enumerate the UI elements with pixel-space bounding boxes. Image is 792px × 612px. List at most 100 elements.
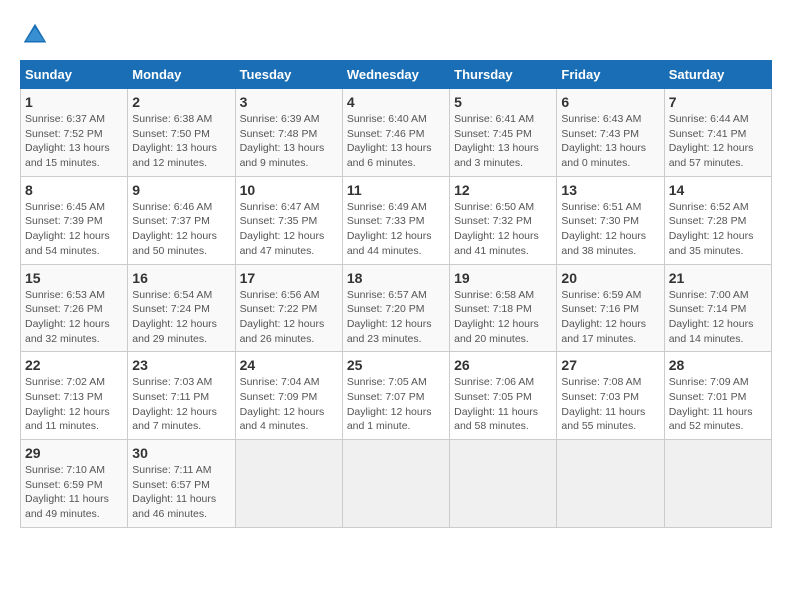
day-info: Sunrise: 6:51 AMSunset: 7:30 PMDaylight:… (561, 200, 659, 259)
day-number: 25 (347, 357, 445, 373)
day-info: Sunrise: 6:53 AMSunset: 7:26 PMDaylight:… (25, 288, 123, 347)
day-number: 24 (240, 357, 338, 373)
calendar-day-cell: 4 Sunrise: 6:40 AMSunset: 7:46 PMDaylight… (342, 89, 449, 177)
calendar-week-row: 15 Sunrise: 6:53 AMSunset: 7:26 PMDayligh… (21, 264, 772, 352)
day-number: 1 (25, 94, 123, 110)
day-number: 28 (669, 357, 767, 373)
calendar-week-row: 29 Sunrise: 7:10 AMSunset: 6:59 PMDayligh… (21, 440, 772, 528)
day-info: Sunrise: 6:46 AMSunset: 7:37 PMDaylight:… (132, 200, 230, 259)
calendar-day-cell: 2 Sunrise: 6:38 AMSunset: 7:50 PMDaylight… (128, 89, 235, 177)
calendar-week-row: 8 Sunrise: 6:45 AMSunset: 7:39 PMDaylight… (21, 176, 772, 264)
day-number: 22 (25, 357, 123, 373)
day-number: 16 (132, 270, 230, 286)
calendar-day-cell: 26 Sunrise: 7:06 AMSunset: 7:05 PMDayligh… (450, 352, 557, 440)
day-number: 3 (240, 94, 338, 110)
calendar-day-cell (235, 440, 342, 528)
logo (20, 20, 54, 50)
day-info: Sunrise: 7:09 AMSunset: 7:01 PMDaylight:… (669, 375, 767, 434)
day-number: 21 (669, 270, 767, 286)
day-info: Sunrise: 6:54 AMSunset: 7:24 PMDaylight:… (132, 288, 230, 347)
page-header (20, 20, 772, 50)
day-info: Sunrise: 6:56 AMSunset: 7:22 PMDaylight:… (240, 288, 338, 347)
calendar-table: SundayMondayTuesdayWednesdayThursdayFrid… (20, 60, 772, 528)
day-number: 2 (132, 94, 230, 110)
day-number: 9 (132, 182, 230, 198)
calendar-day-cell: 12 Sunrise: 6:50 AMSunset: 7:32 PMDayligh… (450, 176, 557, 264)
day-info: Sunrise: 7:11 AMSunset: 6:57 PMDaylight:… (132, 463, 230, 522)
day-info: Sunrise: 6:52 AMSunset: 7:28 PMDaylight:… (669, 200, 767, 259)
calendar-day-cell (557, 440, 664, 528)
day-info: Sunrise: 6:45 AMSunset: 7:39 PMDaylight:… (25, 200, 123, 259)
calendar-day-cell: 7Sunrise: 6:44 AMSunset: 7:41 PMDaylight… (664, 89, 771, 177)
calendar-day-cell: 10Sunrise: 6:47 AMSunset: 7:35 PMDayligh… (235, 176, 342, 264)
calendar-day-cell: 8 Sunrise: 6:45 AMSunset: 7:39 PMDaylight… (21, 176, 128, 264)
day-number: 29 (25, 445, 123, 461)
header-friday: Friday (557, 61, 664, 89)
day-number: 4 (347, 94, 445, 110)
day-number: 5 (454, 94, 552, 110)
day-number: 11 (347, 182, 445, 198)
day-info: Sunrise: 6:40 AMSunset: 7:46 PMDaylight:… (347, 112, 445, 171)
day-info: Sunrise: 6:57 AMSunset: 7:20 PMDaylight:… (347, 288, 445, 347)
calendar-week-row: 22 Sunrise: 7:02 AMSunset: 7:13 PMDayligh… (21, 352, 772, 440)
day-info: Sunrise: 6:47 AMSunset: 7:35 PMDaylight:… (240, 200, 338, 259)
calendar-day-cell (342, 440, 449, 528)
calendar-day-cell: 18 Sunrise: 6:57 AMSunset: 7:20 PMDayligh… (342, 264, 449, 352)
calendar-day-cell: 13 Sunrise: 6:51 AMSunset: 7:30 PMDayligh… (557, 176, 664, 264)
day-number: 23 (132, 357, 230, 373)
day-info: Sunrise: 6:49 AMSunset: 7:33 PMDaylight:… (347, 200, 445, 259)
header-tuesday: Tuesday (235, 61, 342, 89)
day-info: Sunrise: 6:43 AMSunset: 7:43 PMDaylight:… (561, 112, 659, 171)
day-info: Sunrise: 6:50 AMSunset: 7:32 PMDaylight:… (454, 200, 552, 259)
logo-icon (20, 20, 50, 50)
day-info: Sunrise: 6:37 AMSunset: 7:52 PMDaylight:… (25, 112, 123, 171)
calendar-day-cell: 6 Sunrise: 6:43 AMSunset: 7:43 PMDaylight… (557, 89, 664, 177)
header-wednesday: Wednesday (342, 61, 449, 89)
day-info: Sunrise: 7:04 AMSunset: 7:09 PMDaylight:… (240, 375, 338, 434)
day-number: 8 (25, 182, 123, 198)
calendar-day-cell: 1 Sunrise: 6:37 AMSunset: 7:52 PMDaylight… (21, 89, 128, 177)
day-number: 6 (561, 94, 659, 110)
day-info: Sunrise: 7:08 AMSunset: 7:03 PMDaylight:… (561, 375, 659, 434)
calendar-header-row: SundayMondayTuesdayWednesdayThursdayFrid… (21, 61, 772, 89)
calendar-week-row: 1 Sunrise: 6:37 AMSunset: 7:52 PMDaylight… (21, 89, 772, 177)
day-info: Sunrise: 7:05 AMSunset: 7:07 PMDaylight:… (347, 375, 445, 434)
day-info: Sunrise: 6:41 AMSunset: 7:45 PMDaylight:… (454, 112, 552, 171)
calendar-day-cell: 21Sunrise: 7:00 AMSunset: 7:14 PMDayligh… (664, 264, 771, 352)
calendar-day-cell: 20 Sunrise: 6:59 AMSunset: 7:16 PMDayligh… (557, 264, 664, 352)
day-info: Sunrise: 7:06 AMSunset: 7:05 PMDaylight:… (454, 375, 552, 434)
day-info: Sunrise: 6:38 AMSunset: 7:50 PMDaylight:… (132, 112, 230, 171)
day-info: Sunrise: 6:44 AMSunset: 7:41 PMDaylight:… (669, 112, 767, 171)
day-number: 14 (669, 182, 767, 198)
day-number: 18 (347, 270, 445, 286)
day-number: 19 (454, 270, 552, 286)
day-number: 20 (561, 270, 659, 286)
day-info: Sunrise: 6:58 AMSunset: 7:18 PMDaylight:… (454, 288, 552, 347)
day-number: 15 (25, 270, 123, 286)
calendar-day-cell: 3Sunrise: 6:39 AMSunset: 7:48 PMDaylight… (235, 89, 342, 177)
day-info: Sunrise: 7:10 AMSunset: 6:59 PMDaylight:… (25, 463, 123, 522)
day-number: 13 (561, 182, 659, 198)
calendar-day-cell: 30Sunrise: 7:11 AMSunset: 6:57 PMDayligh… (128, 440, 235, 528)
calendar-day-cell: 15 Sunrise: 6:53 AMSunset: 7:26 PMDayligh… (21, 264, 128, 352)
day-info: Sunrise: 6:59 AMSunset: 7:16 PMDaylight:… (561, 288, 659, 347)
day-info: Sunrise: 7:03 AMSunset: 7:11 PMDaylight:… (132, 375, 230, 434)
calendar-day-cell (664, 440, 771, 528)
calendar-day-cell: 22 Sunrise: 7:02 AMSunset: 7:13 PMDayligh… (21, 352, 128, 440)
calendar-day-cell: 14 Sunrise: 6:52 AMSunset: 7:28 PMDayligh… (664, 176, 771, 264)
day-number: 26 (454, 357, 552, 373)
day-info: Sunrise: 7:02 AMSunset: 7:13 PMDaylight:… (25, 375, 123, 434)
calendar-day-cell (450, 440, 557, 528)
header-saturday: Saturday (664, 61, 771, 89)
calendar-day-cell: 9 Sunrise: 6:46 AMSunset: 7:37 PMDaylight… (128, 176, 235, 264)
header-sunday: Sunday (21, 61, 128, 89)
calendar-day-cell: 25 Sunrise: 7:05 AMSunset: 7:07 PMDayligh… (342, 352, 449, 440)
calendar-day-cell: 19 Sunrise: 6:58 AMSunset: 7:18 PMDayligh… (450, 264, 557, 352)
day-number: 12 (454, 182, 552, 198)
calendar-day-cell: 11 Sunrise: 6:49 AMSunset: 7:33 PMDayligh… (342, 176, 449, 264)
calendar-day-cell: 17 Sunrise: 6:56 AMSunset: 7:22 PMDayligh… (235, 264, 342, 352)
day-number: 17 (240, 270, 338, 286)
calendar-day-cell: 29 Sunrise: 7:10 AMSunset: 6:59 PMDayligh… (21, 440, 128, 528)
calendar-day-cell: 27Sunrise: 7:08 AMSunset: 7:03 PMDayligh… (557, 352, 664, 440)
header-thursday: Thursday (450, 61, 557, 89)
